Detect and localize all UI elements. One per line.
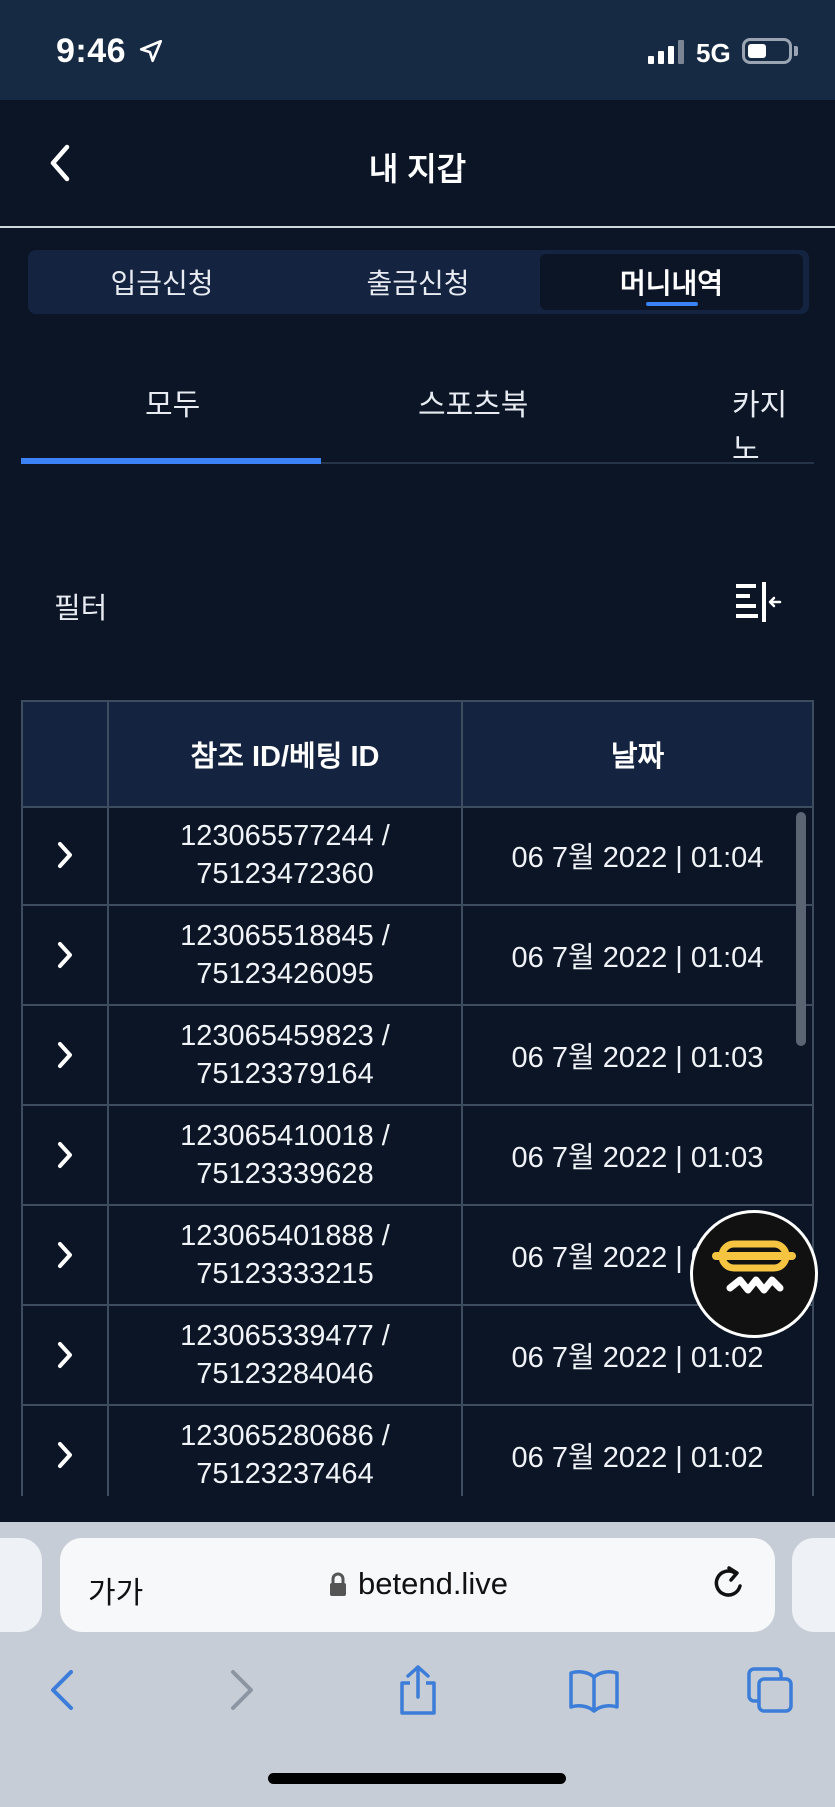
row-expand-button[interactable] [23,906,109,1004]
tab-all[interactable]: 모두 [145,380,200,424]
browser-toolbar: 가가 betend.live [0,1522,835,1807]
page-header: 내 지갑 [0,100,835,228]
next-tab-preview[interactable] [792,1538,835,1632]
row-ref-ids: 123065518845 / 75123426095 [109,906,463,1004]
bet-id: 75123339628 [196,1158,374,1190]
reload-icon[interactable] [710,1564,748,1604]
browser-forward-button[interactable] [212,1660,272,1720]
row-expand-button[interactable] [23,1206,109,1304]
segment-deposit[interactable]: 입금신청 [34,254,290,310]
chevron-right-icon [58,942,72,968]
bet-id: 75123284046 [196,1358,374,1390]
status-bar: 9:46 5G [0,0,835,100]
home-indicator [268,1773,566,1784]
ref-id: 123065410018 / [180,1120,390,1152]
tabs-button[interactable] [740,1660,800,1720]
browser-back-button[interactable] [32,1660,92,1720]
previous-tab-preview[interactable] [0,1538,42,1632]
network-type: 5G [696,38,731,68]
table-row[interactable]: 123065410018 / 75123339628 06 7월 2022 | … [23,1106,812,1206]
row-expand-button[interactable] [23,1306,109,1404]
tab-active-indicator [21,458,321,464]
ref-id: 123065518845 / [180,920,390,952]
ref-id: 123065459823 / [180,1020,390,1052]
table-header: 참조 ID/베팅 ID 날짜 [21,700,814,808]
chat-button[interactable] [690,1210,818,1338]
table-row[interactable]: 123065518845 / 75123426095 06 7월 2022 | … [23,906,812,1006]
segment-withdraw[interactable]: 출금신청 [290,254,546,310]
status-time: 9:46 [56,32,127,70]
table-header-date: 날짜 [610,741,665,773]
filter-label: 필터 [54,593,108,625]
chevron-right-icon [58,1142,72,1168]
back-icon [51,1670,73,1710]
tab-sportsbook[interactable]: 스포츠북 [418,380,528,424]
row-date: 06 7월 2022 | 01:03 [511,1142,764,1174]
bet-id: 75123426095 [196,958,374,990]
chevron-right-icon [58,1042,72,1068]
address-bar[interactable]: 가가 betend.live [60,1538,775,1632]
table-header-expand [23,702,109,806]
bookmarks-button[interactable] [564,1660,624,1720]
segment-money-history-label: 머니내역 [619,268,724,299]
table-row[interactable]: 123065280686 / 75123237464 06 7월 2022 | … [23,1406,812,1496]
table-row[interactable]: 123065339477 / 75123284046 06 7월 2022 | … [23,1306,812,1406]
ref-id: 123065339477 / [180,1320,390,1352]
location-arrow-icon [139,39,163,63]
url-text: betend.live [358,1566,508,1601]
row-ref-ids: 123065401888 / 75123333215 [109,1206,463,1304]
segment-active-indicator [645,302,698,306]
bet-id: 75123237464 [196,1458,374,1490]
row-date: 06 7월 2022 | 01:02 [511,1442,764,1474]
tabs-icon [747,1667,793,1713]
forward-icon [231,1670,253,1710]
bet-id: 75123472360 [196,858,374,890]
text-size-button[interactable]: 가가 [88,1568,143,1612]
row-date: 06 7월 2022 | 01:04 [511,842,764,874]
share-icon [400,1665,436,1715]
table-body[interactable]: 123065577244 / 75123472360 06 7월 2022 | … [21,806,814,1496]
wallet-segment-control: 입금신청 출금신청 머니내역 [28,250,809,314]
ref-id: 123065401888 / [180,1220,390,1252]
category-tabs: 모두 스포츠북 카지노 [21,350,814,466]
row-expand-button[interactable] [23,1006,109,1104]
row-expand-button[interactable] [23,1106,109,1204]
row-ref-ids: 123065577244 / 75123472360 [109,806,463,904]
share-button[interactable] [388,1660,448,1720]
table-row[interactable]: 123065459823 / 75123379164 06 7월 2022 | … [23,1006,812,1106]
ref-id: 123065577244 / [180,820,390,852]
tab-casino[interactable]: 카지노 [732,380,814,468]
table-row[interactable]: 123065577244 / 75123472360 06 7월 2022 | … [23,806,812,906]
battery-icon [742,38,792,64]
row-date: 06 7월 2022 | 01:04 [511,942,764,974]
bet-id: 75123379164 [196,1058,374,1090]
bet-id: 75123333215 [196,1258,374,1290]
row-ref-ids: 123065339477 / 75123284046 [109,1306,463,1404]
bookmarks-icon [569,1670,619,1713]
page-title: 내 지갑 [368,151,467,187]
chevron-right-icon [58,1442,72,1468]
row-date: 06 7월 2022 | 01:03 [511,1042,764,1074]
row-expand-button[interactable] [23,806,109,904]
row-ref-ids: 123065459823 / 75123379164 [109,1006,463,1104]
chevron-right-icon [58,1342,72,1368]
row-ref-ids: 123065410018 / 75123339628 [109,1106,463,1204]
chevron-right-icon [58,842,72,868]
chevron-right-icon [58,1242,72,1268]
lock-icon [330,1572,346,1596]
row-expand-button[interactable] [23,1406,109,1496]
signal-icon [648,40,684,64]
table-scrollbar[interactable] [796,812,806,1046]
row-ref-ids: 123065280686 / 75123237464 [109,1406,463,1496]
battery-tip [794,46,798,56]
chat-icon [712,1240,796,1294]
segment-money-history[interactable]: 머니내역 [540,254,803,310]
ref-id: 123065280686 / [180,1420,390,1452]
table-header-ref-id: 참조 ID/베팅 ID [109,702,463,806]
filter-icon[interactable] [734,580,782,624]
